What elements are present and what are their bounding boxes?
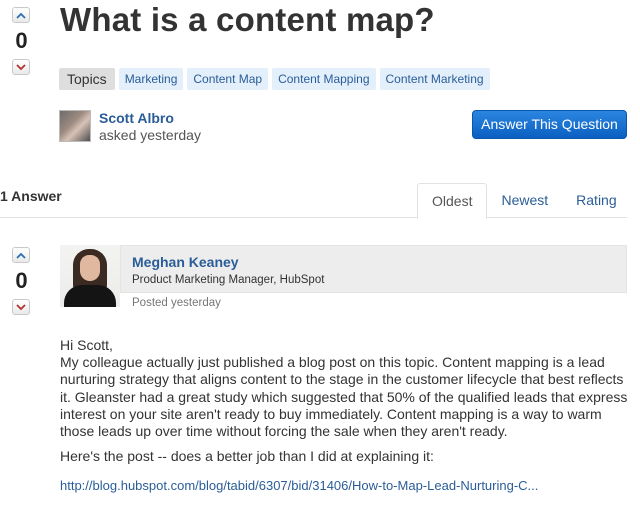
chevron-down-icon <box>16 63 26 70</box>
answer-posted-timestamp: Posted yesterday <box>132 297 221 309</box>
answer-author-role: Product Marketing Manager, HubSpot <box>132 274 325 286</box>
asked-timestamp: asked yesterday <box>99 127 201 143</box>
tag-content-marketing[interactable]: Content Marketing <box>379 68 490 90</box>
chevron-up-icon <box>16 252 26 259</box>
tag-content-mapping[interactable]: Content Mapping <box>272 68 376 90</box>
answer-author-name-link[interactable]: Meghan Keaney <box>132 254 239 270</box>
question-title: What is a content map? <box>60 1 435 38</box>
answer-followup: Here's the post -- does a better job tha… <box>60 448 434 465</box>
asker-info: Scott Albro asked yesterday <box>59 110 201 144</box>
answer-this-question-button[interactable]: Answer This Question <box>472 110 627 139</box>
question-downvote-button[interactable] <box>12 59 30 75</box>
question-upvote-button[interactable] <box>12 7 30 23</box>
asker-name-link[interactable]: Scott Albro <box>99 110 201 127</box>
chevron-down-icon <box>16 303 26 310</box>
question-vote-count: 0 <box>15 28 28 53</box>
answer-upvote-button[interactable] <box>12 247 30 263</box>
question-vote-widget: 0 <box>12 7 32 75</box>
answer-body: Hi Scott, My colleague actually just pub… <box>60 337 635 495</box>
asker-avatar[interactable] <box>59 110 91 142</box>
answer-text: My colleague actually just published a b… <box>60 354 628 440</box>
tab-oldest[interactable]: Oldest <box>417 183 488 219</box>
blog-post-link[interactable]: http://blog.hubspot.com/blog/tabid/6307/… <box>60 477 635 494</box>
answers-count: 1 Answer <box>0 188 62 204</box>
answer-author-avatar[interactable] <box>60 245 120 307</box>
answer-downvote-button[interactable] <box>12 299 30 315</box>
answer-vote-widget: 0 <box>12 247 32 315</box>
tag-marketing[interactable]: Marketing <box>118 68 184 90</box>
answer-vote-count: 0 <box>15 268 28 293</box>
tab-newest[interactable]: Newest <box>487 183 562 217</box>
sort-tabs: Oldest Newest Rating <box>417 183 631 219</box>
tab-rating[interactable]: Rating <box>562 183 630 217</box>
topic-tags: Topics Marketing Content Map Content Map… <box>59 68 490 90</box>
chevron-up-icon <box>16 12 26 19</box>
tag-content-map[interactable]: Content Map <box>187 68 269 90</box>
topics-label: Topics <box>59 68 115 90</box>
answer-greeting: Hi Scott, <box>60 337 113 353</box>
